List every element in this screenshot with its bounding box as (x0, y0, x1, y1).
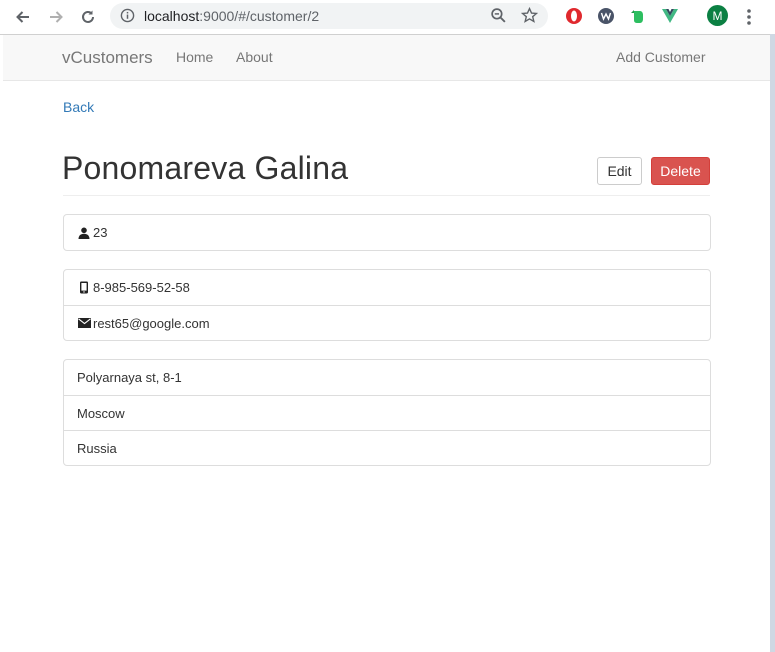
list-item-country: Russia (64, 430, 710, 465)
age-value: 23 (93, 225, 108, 240)
list-item-address: Polyarnaya st, 8-1 (64, 360, 710, 395)
navbar-brand[interactable]: vCustomers (62, 48, 153, 68)
back-arrow-icon[interactable] (11, 5, 35, 29)
forward-arrow-icon[interactable] (44, 5, 68, 29)
nav-home-link[interactable]: Home (176, 49, 213, 65)
reload-icon[interactable] (76, 5, 100, 29)
nav-about-link[interactable]: About (236, 49, 273, 65)
phone-icon (77, 281, 91, 295)
app-navbar: vCustomers Home About Add Customer (3, 35, 770, 81)
country-value: Russia (77, 440, 117, 456)
edit-button[interactable]: Edit (597, 157, 642, 185)
page-title: Ponomareva Galina (62, 150, 349, 186)
window-edge (770, 34, 775, 652)
list-item-age: 23 (64, 215, 710, 250)
url-text: localhost:9000/#/customer/2 (144, 8, 319, 24)
user-icon (77, 226, 91, 240)
address-value: Polyarnaya st, 8-1 (77, 370, 182, 385)
list-item-city: Moscow (64, 395, 710, 430)
city-value: Moscow (77, 405, 125, 421)
address-list-group: Polyarnaya st, 8-1 Moscow Russia (63, 359, 711, 466)
zoom-icon[interactable] (490, 7, 507, 29)
address-bar[interactable]: localhost:9000/#/customer/2 (110, 3, 548, 29)
opera-extension-icon[interactable] (564, 6, 584, 26)
list-item-email: rest65@google.com (64, 305, 710, 340)
browser-toolbar: localhost:9000/#/customer/2 M (0, 0, 775, 35)
browser-menu-icon[interactable] (742, 6, 756, 28)
wappalyzer-extension-icon[interactable] (596, 6, 616, 26)
vue-devtools-extension-icon[interactable] (660, 6, 680, 26)
evernote-extension-icon[interactable] (628, 6, 648, 26)
envelope-icon (77, 316, 91, 330)
title-divider (63, 195, 710, 196)
profile-avatar[interactable]: M (707, 5, 728, 26)
bookmark-star-icon[interactable] (520, 6, 539, 29)
phone-value: 8-985-569-52-58 (93, 280, 190, 295)
age-list-group: 23 (63, 214, 711, 251)
info-icon[interactable] (120, 8, 135, 28)
url-path: :9000/#/customer/2 (199, 8, 320, 24)
list-item-phone: 8-985-569-52-58 (64, 270, 710, 305)
contact-list-group: 8-985-569-52-58 rest65@google.com (63, 269, 711, 341)
email-value: rest65@google.com (93, 315, 210, 331)
delete-button[interactable]: Delete (651, 157, 710, 185)
back-link[interactable]: Back (63, 99, 94, 115)
url-host: localhost (144, 8, 200, 24)
nav-add-customer-link[interactable]: Add Customer (616, 49, 705, 65)
